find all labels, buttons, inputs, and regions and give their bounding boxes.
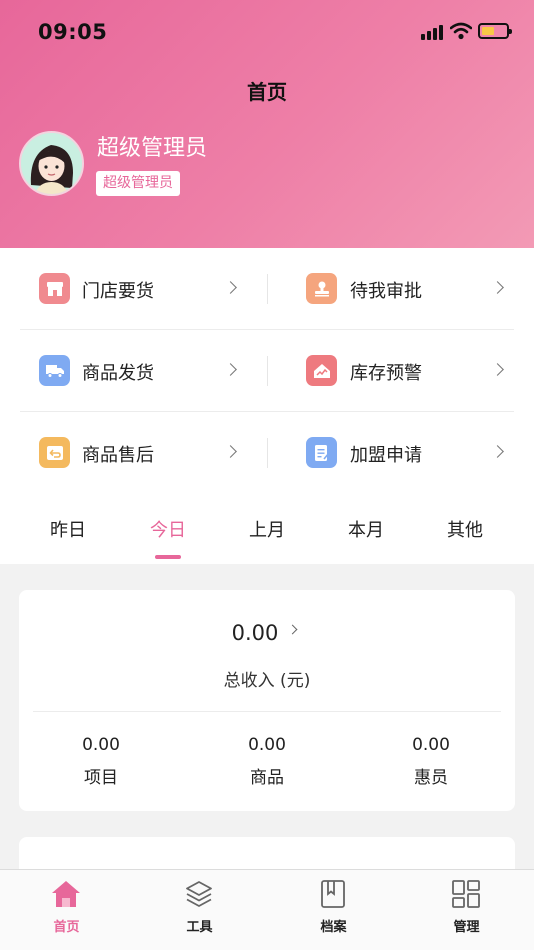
status-bar: 09:05 [0,0,534,64]
total-revenue-value[interactable]: 0.00 [19,621,491,645]
bottom-tab-bar: 首页 工具 档案 管理 [0,869,534,950]
user-name: 超级管理员 [97,136,208,161]
stat-value: 0.00 [412,735,450,755]
total-revenue-label: 总收入 (元) [223,671,311,691]
menu-row: 商品发货 库存预警 [20,330,514,412]
page-title: 首页 [247,80,287,104]
period-tabs: 昨日 今日 上月 本月 其他 [0,496,534,564]
chevron-right-icon [224,363,237,376]
tab-this-month[interactable]: 本月 [316,516,416,542]
stat-project: 0.00 项目 [41,735,161,788]
stat-value: 0.00 [248,735,286,755]
tabbar-label: 首页 [53,920,80,935]
return-icon [39,437,70,468]
stat-member: 0.00 惠员 [371,735,491,788]
tab-last-month[interactable]: 上月 [217,516,317,542]
chevron-right-icon [491,445,504,458]
menu-item-label: 库存预警 [350,363,422,384]
menu-item-store-order[interactable]: 门店要货 [20,248,267,330]
dashboard-icon [452,880,480,908]
menu-row: 商品售后 加盟申请 [20,412,514,494]
tabbar-label: 工具 [186,920,213,935]
tabbar-item-archive[interactable]: 档案 [267,870,400,950]
menu-item-after-sales[interactable]: 商品售后 [20,412,267,494]
menu-item-label: 加盟申请 [350,445,422,466]
menu-item-label: 待我审批 [350,281,422,302]
chevron-right-icon [224,445,237,458]
stat-value: 0.00 [82,735,120,755]
quick-menu: 门店要货 待我审批 商品发货 库存预警 商品售后 加盟申请 [0,248,534,496]
stat-label: 项目 [84,768,118,788]
chevron-right-icon [491,281,504,294]
menu-item-label: 商品售后 [82,445,154,466]
menu-item-label: 商品发货 [82,363,154,384]
tabbar-item-home[interactable]: 首页 [0,870,133,950]
home-icon [52,881,80,907]
revenue-card: 0.00 总收入 (元) 0.00 项目 0.00 商品 0.00 惠员 [19,590,515,811]
application-icon [306,437,337,468]
tab-other[interactable]: 其他 [415,516,515,542]
tabbar-item-tools[interactable]: 工具 [133,870,266,950]
signal-icon [421,24,445,40]
layers-icon [186,881,212,907]
menu-item-franchise-application[interactable]: 加盟申请 [267,412,514,494]
status-time: 09:05 [38,20,108,44]
stat-product: 0.00 商品 [207,735,327,788]
header: 09:05 首页 超级管理员 超级管理员 [0,0,534,248]
warning-chart-icon [306,355,337,386]
menu-item-label: 门店要货 [82,281,154,302]
chevron-right-icon [491,363,504,376]
tabbar-label: 档案 [320,920,347,935]
menu-item-stock-warning[interactable]: 库存预警 [267,330,514,412]
tab-today[interactable]: 今日 [118,516,218,542]
wifi-icon [450,22,472,40]
avatar[interactable] [19,131,84,196]
tabbar-label: 管理 [453,920,480,935]
chevron-right-icon [224,281,237,294]
tabbar-item-manage[interactable]: 管理 [400,870,533,950]
menu-row: 门店要货 待我审批 [20,248,514,330]
truck-icon [39,355,70,386]
menu-item-pending-approval[interactable]: 待我审批 [267,248,514,330]
menu-item-shipping[interactable]: 商品发货 [20,330,267,412]
stat-label: 惠员 [414,768,448,788]
tab-yesterday[interactable]: 昨日 [18,516,118,542]
store-icon [39,273,70,304]
active-tab-indicator [155,555,181,559]
divider [33,711,501,712]
user-role-badge: 超级管理员 [96,171,180,196]
stat-label: 商品 [250,768,284,788]
battery-icon [478,23,512,39]
book-icon [321,880,345,908]
stamp-icon [306,273,337,304]
